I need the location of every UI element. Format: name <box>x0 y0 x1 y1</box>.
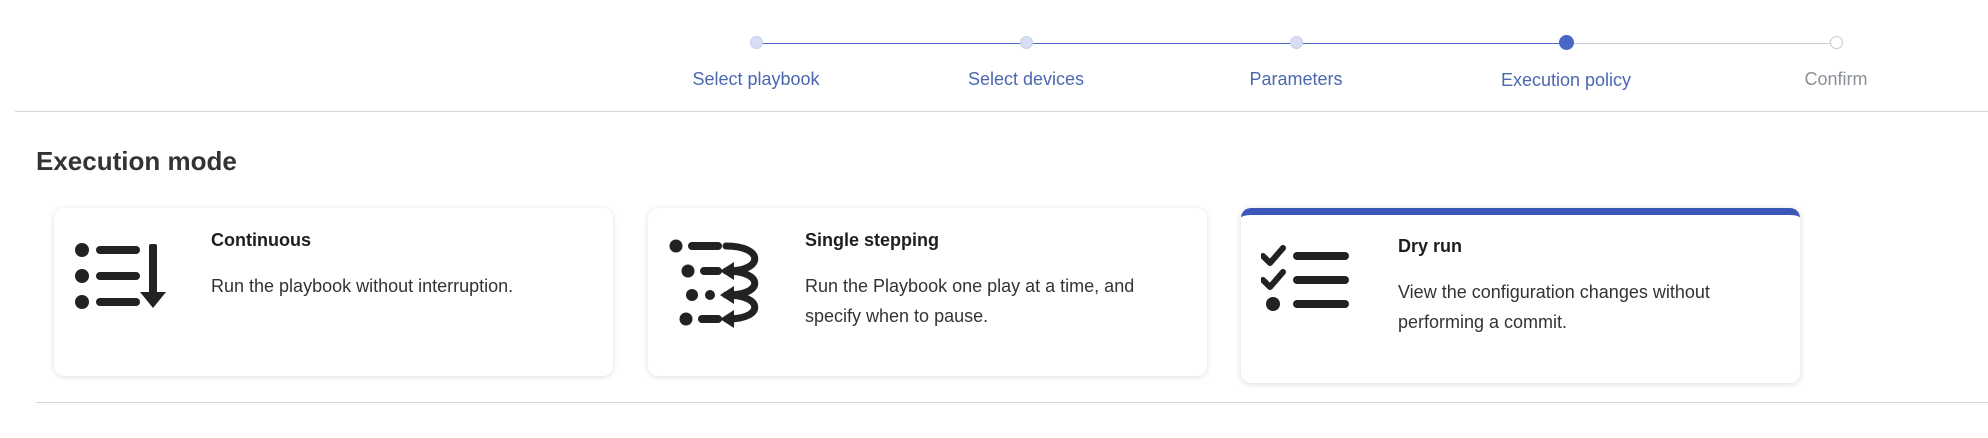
wizard-stepper: Select playbook Select devices Parameter… <box>0 0 1988 112</box>
header-divider <box>15 111 1988 112</box>
step-dot <box>749 36 763 49</box>
mode-description: Run the Playbook one play at a time, and… <box>805 276 1135 326</box>
step-label: Execution policy <box>1500 70 1632 90</box>
section-divider <box>36 402 1988 403</box>
stepper-progress-line <box>756 43 1566 44</box>
step-dot <box>1019 36 1033 49</box>
step-dot <box>1289 36 1303 49</box>
mode-description: View the configuration changes without p… <box>1398 282 1710 332</box>
step-execution-policy[interactable]: Execution policy <box>1456 35 1676 91</box>
step-dot <box>1829 36 1843 49</box>
continuous-list-icon <box>74 234 174 344</box>
step-label: Select playbook <box>692 69 820 89</box>
mode-card-single-stepping[interactable]: Single stepping Run the Playbook one pla… <box>648 208 1207 376</box>
mode-card-continuous[interactable]: Continuous Run the playbook without inte… <box>54 208 613 376</box>
mode-title: Single stepping <box>805 230 940 250</box>
step-label: Confirm <box>1804 69 1868 89</box>
section-title: Execution mode <box>36 146 237 176</box>
step-dot-current <box>1558 35 1574 50</box>
mode-title: Continuous <box>211 230 311 250</box>
step-select-playbook[interactable]: Select playbook <box>646 36 866 90</box>
step-label: Parameters <box>1249 69 1343 89</box>
step-parameters[interactable]: Parameters <box>1186 36 1406 90</box>
checklist-icon <box>1260 242 1361 352</box>
step-select-devices[interactable]: Select devices <box>916 36 1136 90</box>
mode-title: Dry run <box>1398 236 1463 256</box>
step-confirm[interactable]: Confirm <box>1726 36 1946 90</box>
step-label: Select devices <box>967 69 1085 89</box>
single-stepping-icon <box>668 234 768 344</box>
mode-description: Run the playbook without interruption. <box>211 276 514 296</box>
mode-card-dry-run[interactable]: Dry run View the configuration changes w… <box>1241 208 1800 383</box>
